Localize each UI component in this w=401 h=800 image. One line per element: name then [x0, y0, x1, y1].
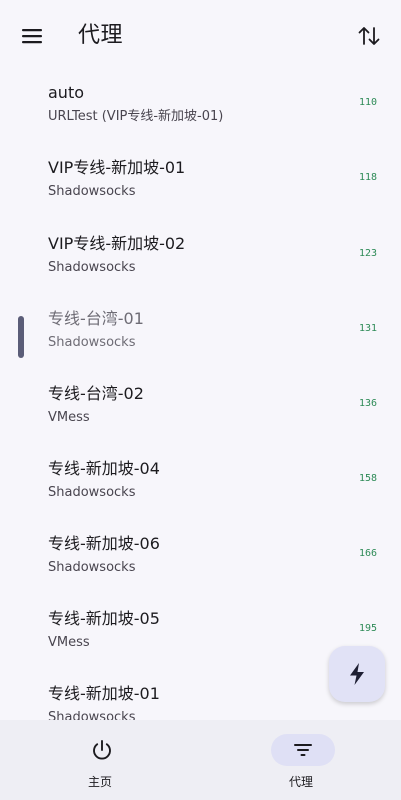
proxy-name: VIP专线-新加坡-02 [48, 234, 186, 253]
proxy-name: 专线-新加坡-05 [48, 609, 160, 628]
proxy-name: 专线-台湾-02 [48, 384, 144, 403]
proxy-type: Shadowsocks [48, 710, 136, 720]
proxy-type: Shadowsocks [48, 184, 136, 199]
proxy-latency: 118 [358, 172, 377, 183]
page-title: 代理 [78, 23, 124, 48]
power-icon [93, 740, 111, 760]
proxy-name: 专线-台湾-01 [48, 309, 144, 328]
proxy-name: 专线-新加坡-06 [48, 534, 160, 553]
proxy-latency: 110 [358, 97, 377, 108]
proxy-latency: 195 [358, 623, 377, 634]
nav-proxy-label: 代理 [288, 775, 313, 789]
proxy-type: Shadowsocks [48, 560, 136, 575]
proxy-type: Shadowsocks [48, 260, 136, 275]
proxy-type: Shadowsocks [48, 485, 136, 500]
bolt-icon [350, 663, 364, 685]
proxy-screen: 代理 auto URLTest (VIP专线-新加坡-01) 110 VIP专线… [0, 0, 401, 800]
menu-button[interactable] [14, 18, 50, 54]
proxy-item-selected[interactable]: 专线-台湾-01 Shadowsocks 131 [0, 302, 401, 366]
proxy-latency: 123 [358, 248, 377, 259]
proxy-latency: 166 [358, 548, 377, 559]
proxy-type: Shadowsocks [48, 335, 136, 350]
proxy-latency: 136 [358, 398, 377, 409]
top-app-bar: 代理 [0, 0, 401, 72]
proxy-item[interactable]: VIP专线-新加坡-02 Shadowsocks 123 [0, 227, 401, 291]
proxy-latency: 131 [358, 323, 377, 334]
proxy-name: VIP专线-新加坡-01 [48, 158, 186, 177]
sort-button[interactable] [351, 18, 387, 54]
nav-proxy-icon-container [271, 734, 335, 766]
nav-home-icon-container [70, 734, 134, 766]
latency-test-button[interactable] [329, 646, 385, 702]
proxy-item[interactable]: 专线-新加坡-04 Shadowsocks 158 [0, 452, 401, 516]
bottom-navigation: 主页 代理 [0, 720, 401, 800]
sort-icon [358, 27, 380, 45]
proxy-item[interactable]: auto URLTest (VIP专线-新加坡-01) 110 [0, 76, 401, 140]
proxy-type: VMess [48, 410, 90, 425]
nav-home-label: 主页 [87, 775, 112, 789]
nav-home[interactable]: 主页 [0, 720, 200, 800]
proxy-type: VMess [48, 635, 90, 650]
proxy-name: auto [48, 83, 85, 102]
proxy-name: 专线-新加坡-04 [48, 459, 160, 478]
proxy-latency: 158 [358, 473, 377, 484]
proxy-item[interactable]: 专线-新加坡-06 Shadowsocks 166 [0, 527, 401, 591]
menu-icon [22, 29, 42, 44]
proxy-list: auto URLTest (VIP专线-新加坡-01) 110 VIP专线-新加… [0, 72, 401, 720]
proxy-type: URLTest (VIP专线-新加坡-01) [48, 109, 224, 124]
proxy-name: 专线-新加坡-01 [48, 684, 160, 703]
proxy-item[interactable]: 专线-台湾-02 VMess 136 [0, 377, 401, 441]
selected-indicator [18, 316, 24, 358]
filter-list-icon [294, 744, 312, 756]
proxy-item[interactable]: VIP专线-新加坡-01 Shadowsocks 118 [0, 151, 401, 215]
nav-proxy[interactable]: 代理 [201, 720, 401, 800]
